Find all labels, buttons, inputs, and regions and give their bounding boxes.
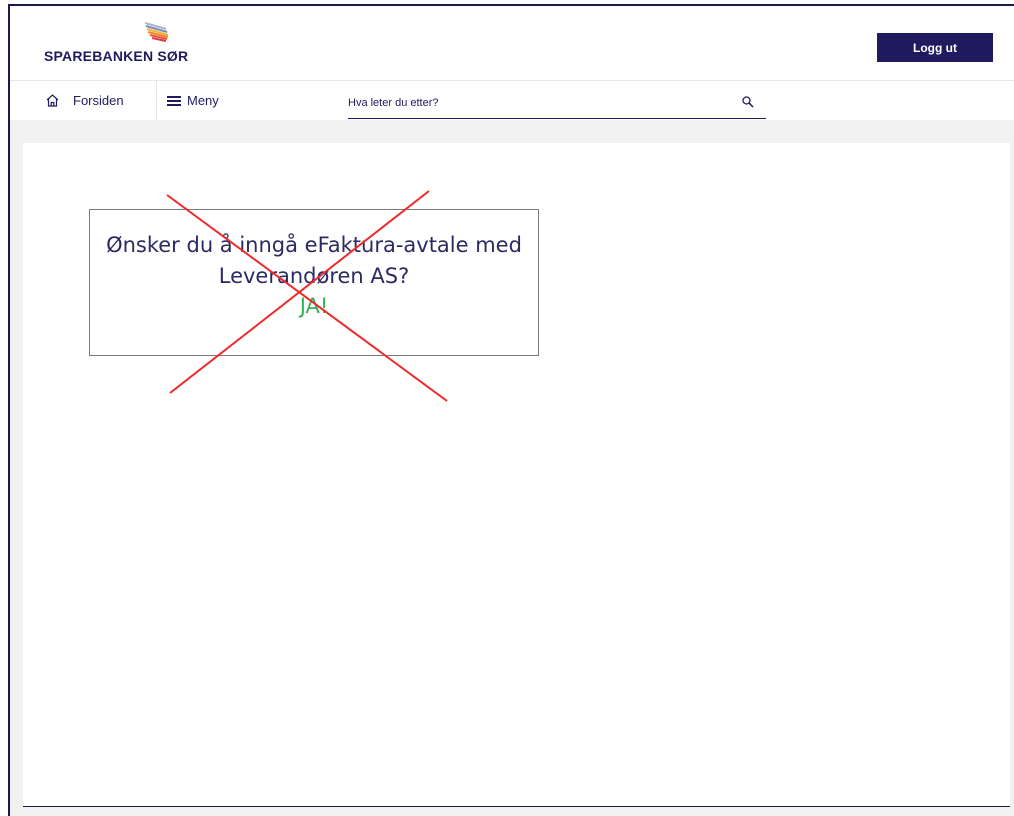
nav-home-label: Forsiden (73, 93, 124, 108)
search-box (348, 88, 766, 119)
nav-menu-button[interactable]: Meny (167, 81, 219, 120)
efaktura-question: Ønsker du å inngå eFaktura-avtale med Le… (106, 233, 522, 288)
search-input[interactable] (348, 88, 728, 118)
nav-menu-label: Meny (187, 93, 219, 108)
logout-button[interactable]: Logg ut (877, 33, 993, 62)
navigation-bar: Forsiden Meny (10, 81, 1014, 120)
search-icon[interactable] (742, 96, 754, 108)
browser-frame: SPAREBANKEN SØR Logg ut Forsiden Meny Hv… (8, 4, 1014, 816)
top-header: SPAREBANKEN SØR Logg ut (10, 6, 1014, 81)
sparebanken-sor-logo-icon (144, 22, 169, 42)
hamburger-icon (167, 95, 181, 106)
house-icon (46, 94, 59, 107)
main-content: Ønsker du å inngå eFaktura-avtale med Le… (23, 143, 1010, 807)
efaktura-prompt-box: Ønsker du å inngå eFaktura-avtale med Le… (89, 209, 539, 356)
answer-yes[interactable]: JA! (90, 292, 538, 320)
nav-home-link[interactable]: Forsiden (10, 81, 157, 120)
bank-logo[interactable]: SPAREBANKEN SØR (44, 22, 224, 66)
brand-name: SPAREBANKEN SØR (44, 48, 189, 64)
